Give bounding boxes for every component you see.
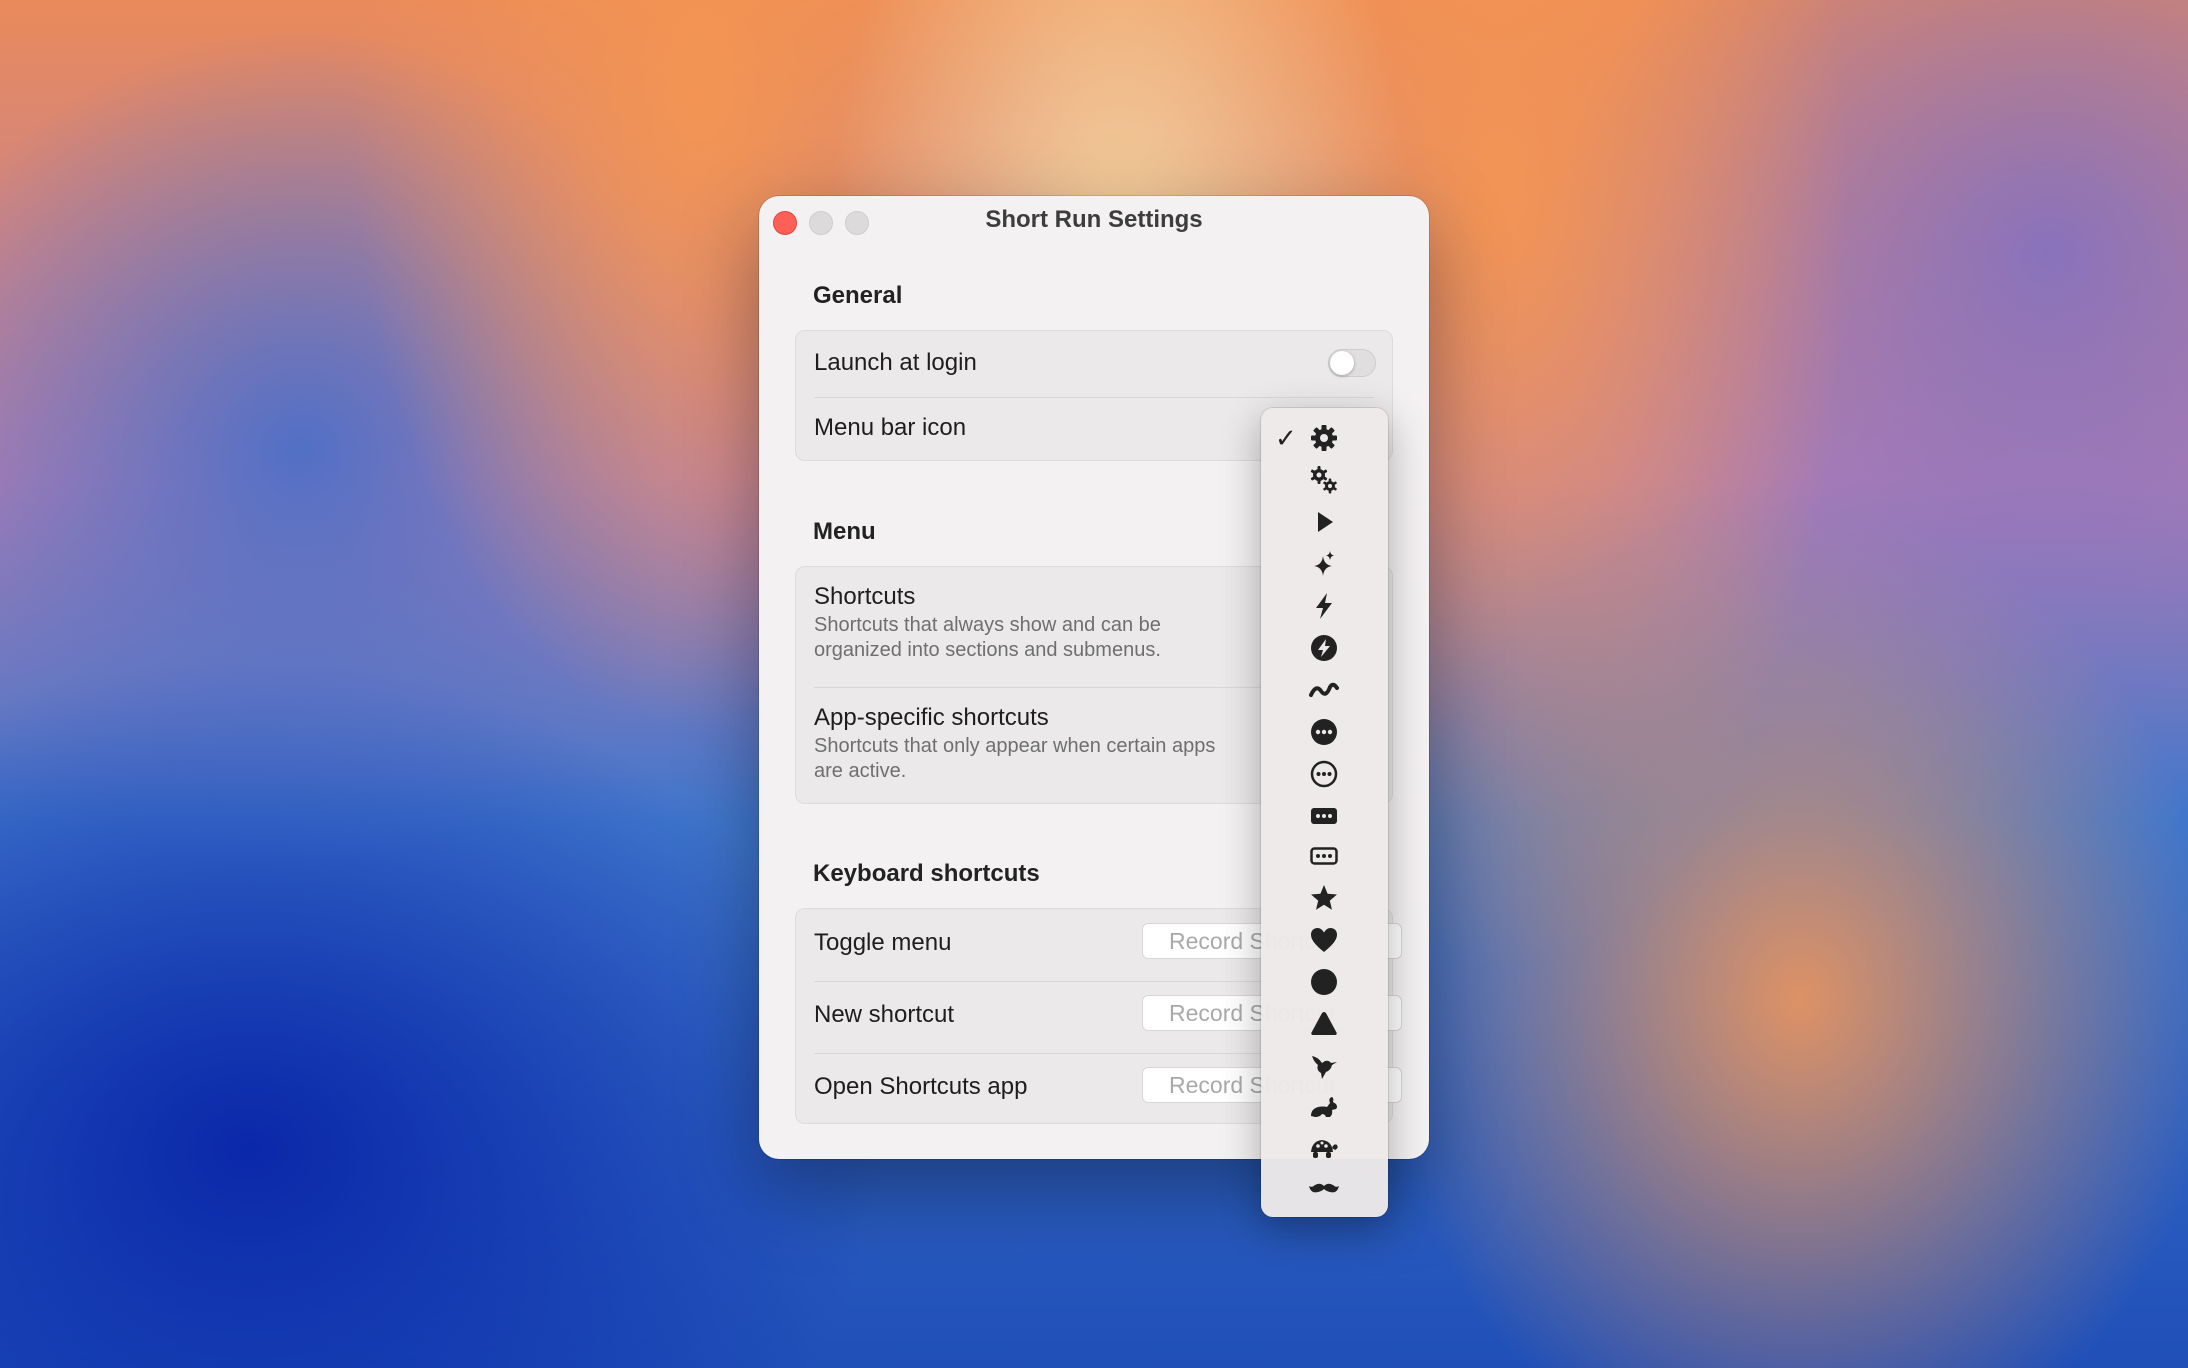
heart-icon	[1311, 928, 1337, 952]
gear-icon	[1311, 425, 1337, 451]
section-title-general: General	[813, 282, 903, 309]
shortcuts-title: Shortcuts	[814, 583, 916, 610]
menu-bar-icon-popup: ✓	[1261, 408, 1388, 1217]
menu-item-mustache[interactable]	[1261, 1168, 1388, 1208]
menu-item-gears[interactable]	[1261, 460, 1388, 500]
section-title-keyboard-shortcuts: Keyboard shortcuts	[813, 860, 1040, 887]
menu-item-tortoise[interactable]	[1261, 1128, 1388, 1168]
menu-item-bolt[interactable]	[1261, 586, 1388, 626]
sparkles-icon	[1314, 551, 1334, 576]
menu-item-squiggle[interactable]	[1261, 670, 1388, 710]
menu-item-sparkles[interactable]	[1261, 544, 1388, 584]
bird-icon	[1312, 1056, 1337, 1079]
menu-item-triangle[interactable]	[1261, 1004, 1388, 1044]
menu-item-bolt-circle[interactable]	[1261, 628, 1388, 668]
ellipsis-circle-fill-icon	[1311, 719, 1337, 745]
play-icon	[1318, 512, 1333, 532]
open-shortcuts-app-label: Open Shortcuts app	[814, 1073, 1028, 1100]
gears-icon	[1310, 466, 1337, 494]
shortcuts-description: Shortcuts that always show and can be or…	[814, 614, 1161, 661]
toggle-menu-label: Toggle menu	[814, 929, 952, 956]
menu-item-ellipsis-circle[interactable]	[1261, 754, 1388, 794]
circle-icon	[1311, 969, 1337, 995]
menu-item-ellipsis-rect[interactable]	[1261, 836, 1388, 876]
ellipsis-rect-fill-icon	[1311, 808, 1337, 824]
launch-at-login-row: Launch at login	[796, 331, 1392, 397]
menu-item-gear[interactable]: ✓	[1261, 418, 1388, 458]
menu-item-circle[interactable]	[1261, 962, 1388, 1002]
app-specific-shortcuts-title: App-specific shortcuts	[814, 704, 1049, 731]
bolt-circle-icon	[1311, 635, 1337, 661]
star-icon	[1311, 885, 1337, 910]
menu-item-ellipsis-circle-fill[interactable]	[1261, 712, 1388, 752]
menu-bar-icon-label: Menu bar icon	[814, 414, 967, 441]
checkmark-icon: ✓	[1275, 423, 1297, 453]
hare-icon	[1311, 1097, 1337, 1117]
menu-item-play[interactable]	[1261, 502, 1388, 542]
new-shortcut-label: New shortcut	[814, 1001, 955, 1028]
tortoise-icon	[1311, 1140, 1338, 1158]
ellipsis-circle-icon	[1310, 760, 1338, 788]
ellipsis-rect-icon	[1310, 847, 1338, 865]
menu-item-bird[interactable]	[1261, 1046, 1388, 1086]
triangle-icon	[1311, 1012, 1337, 1035]
launch-at-login-label: Launch at login	[814, 349, 977, 376]
menu-item-hare[interactable]	[1261, 1088, 1388, 1128]
menu-item-ellipsis-rect-fill[interactable]	[1261, 796, 1388, 836]
toggle-knob	[1330, 351, 1354, 375]
menu-item-star[interactable]	[1261, 878, 1388, 918]
menu-item-heart[interactable]	[1261, 920, 1388, 960]
bolt-icon	[1316, 593, 1332, 619]
app-specific-shortcuts-description: Shortcuts that only appear when certain …	[814, 735, 1216, 782]
launch-at-login-toggle[interactable]	[1328, 349, 1376, 377]
mustache-icon	[1309, 1183, 1339, 1193]
window-title: Short Run Settings	[985, 206, 1203, 233]
section-title-menu: Menu	[813, 518, 876, 545]
squiggle-icon	[1309, 682, 1339, 697]
